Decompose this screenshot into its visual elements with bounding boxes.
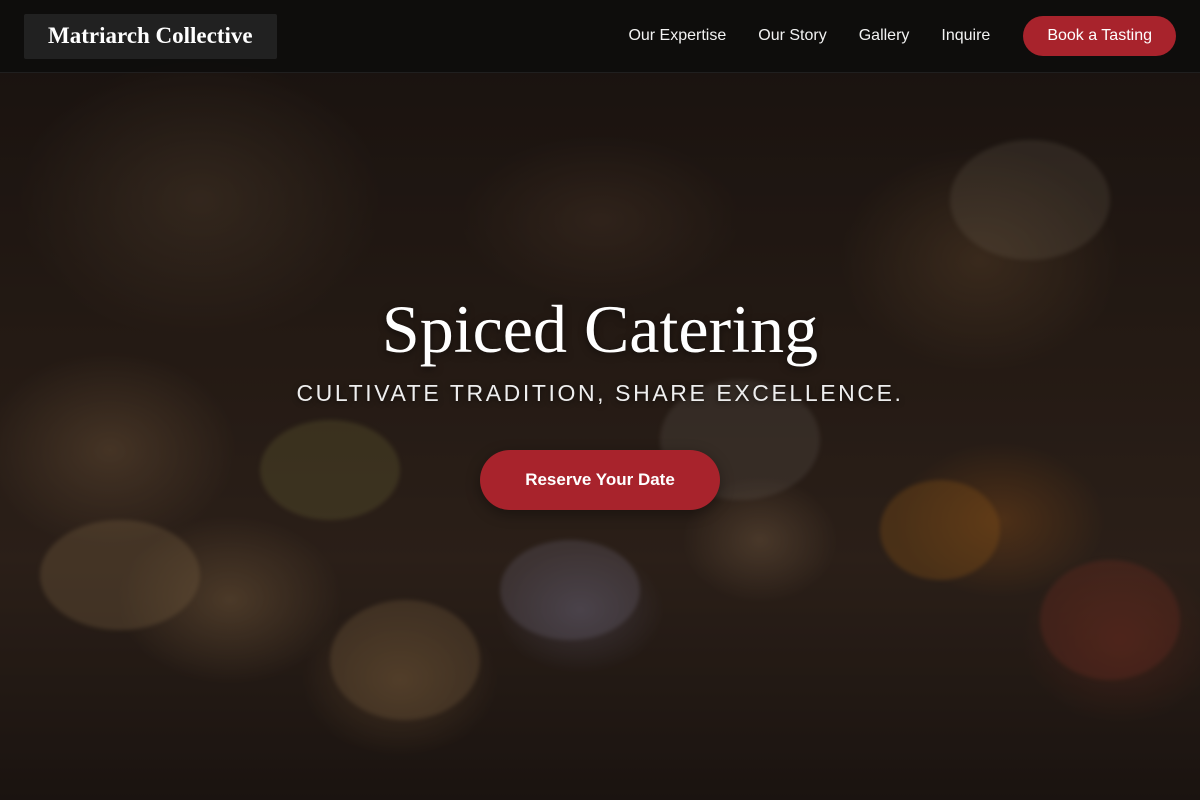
- nav-link-expertise[interactable]: Our Expertise: [628, 27, 726, 45]
- nav-links: Our Expertise Our Story Gallery Inquire …: [628, 16, 1176, 56]
- nav-link-gallery[interactable]: Gallery: [859, 27, 910, 45]
- brand-logo[interactable]: Matriarch Collective: [24, 13, 277, 59]
- hero-content: Spiced Catering CULTIVATE TRADITION, SHA…: [0, 0, 1200, 800]
- hero-section: Spiced Catering CULTIVATE TRADITION, SHA…: [0, 0, 1200, 800]
- hero-tagline: CULTIVATE TRADITION, SHARE EXCELLENCE.: [296, 380, 904, 406]
- hero-title: Spiced Catering: [381, 291, 819, 367]
- reserve-date-button[interactable]: Reserve Your Date: [480, 450, 720, 510]
- top-navigation: Matriarch Collective Our Expertise Our S…: [0, 0, 1200, 73]
- nav-link-inquire[interactable]: Inquire: [941, 27, 990, 45]
- nav-link-story[interactable]: Our Story: [758, 27, 826, 45]
- book-tasting-button[interactable]: Book a Tasting: [1023, 16, 1176, 56]
